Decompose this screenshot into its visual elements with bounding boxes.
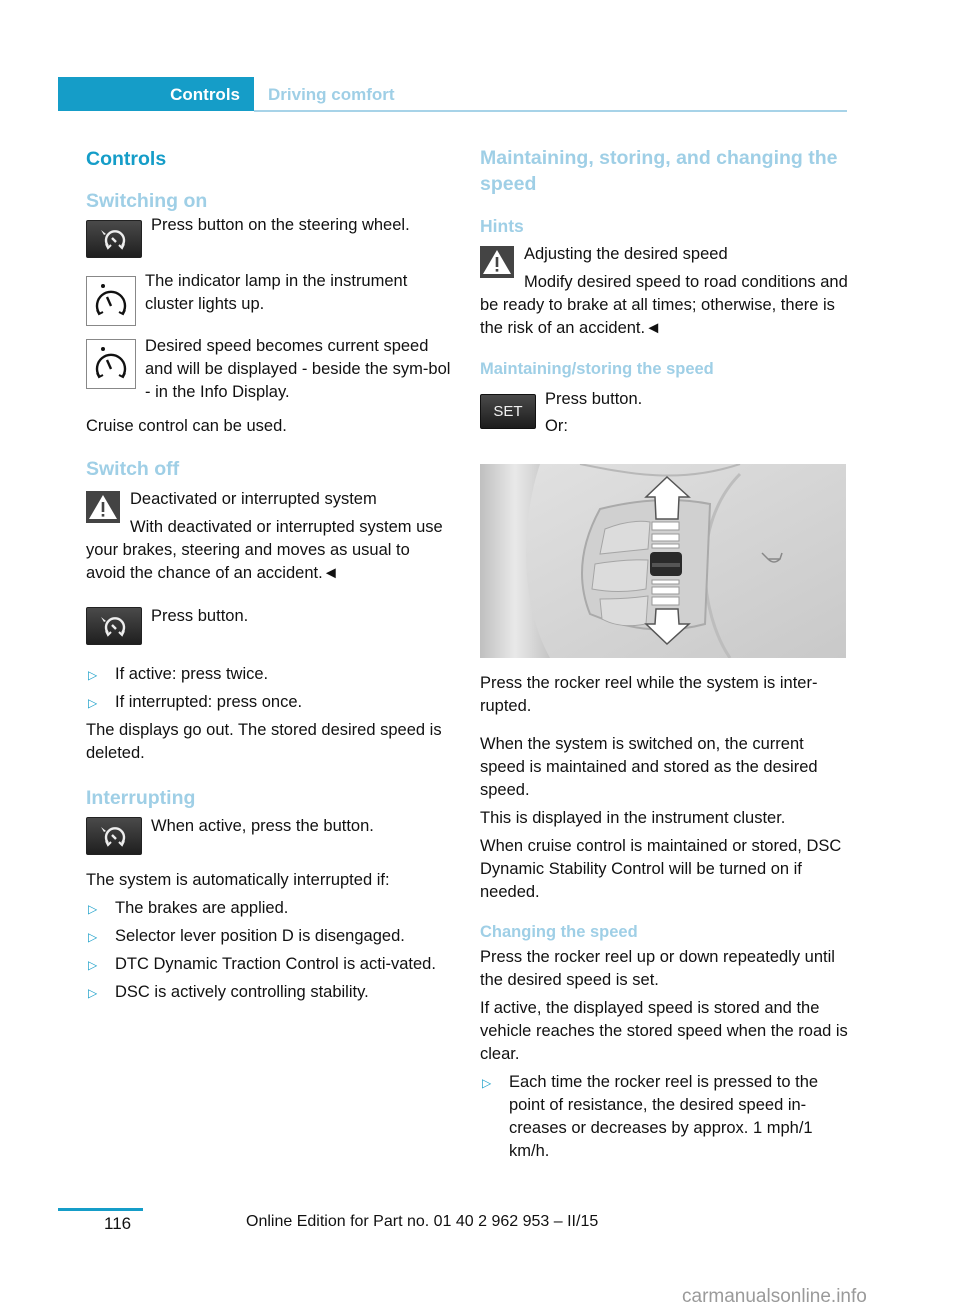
heading-interrupting: Interrupting xyxy=(86,787,196,809)
bullet-triangle-icon: ▷ xyxy=(88,696,98,710)
list-item: ▷ Selector lever position D is disengaged… xyxy=(86,925,452,948)
list-item: ▷ The brakes are applied. xyxy=(86,897,452,920)
chapter-tab: Controls xyxy=(58,77,254,111)
warning-switch-off: Deactivated or interrupted system With d… xyxy=(86,488,452,585)
list-item: ▷ DSC is actively controlling stability. xyxy=(86,981,452,1004)
list-item: ▷ If active: press twice. xyxy=(86,663,452,686)
text-cruise-usable: Cruise control can be used. xyxy=(86,417,287,435)
text-press-rocker: Press the rocker reel while the system i… xyxy=(480,674,818,715)
step-press-button-off: Press button. xyxy=(86,605,452,657)
step-press-button: Press button on the steering wheel. xyxy=(86,214,452,270)
heading-changing-speed: Changing the speed xyxy=(480,923,638,941)
warning-hints: Adjusting the desired speed Modify desir… xyxy=(480,243,848,340)
step-indicator-lamp: The indicator lamp in the instrument clu… xyxy=(86,270,452,335)
section-title-controls: Controls xyxy=(86,148,167,170)
page-header: Controls Driving comfort xyxy=(58,77,847,112)
heading-maintaining-storing: Maintaining/storing the speed xyxy=(480,360,714,378)
heading-switch-off: Switch off xyxy=(86,458,180,480)
list-item: ▷ If interrupted: press once. xyxy=(86,691,452,714)
footer-divider xyxy=(58,1208,143,1211)
text-step3: Desired speed becomes current speed and … xyxy=(145,337,451,401)
bullet-triangle-icon: ▷ xyxy=(88,930,98,944)
page-number: 116 xyxy=(104,1214,132,1233)
warning-icon xyxy=(480,246,514,278)
switch-off-list: ▷ If active: press twice. ▷ If interrupted… xyxy=(86,663,452,714)
warning-icon xyxy=(86,491,120,523)
steering-wheel-figure xyxy=(480,464,846,658)
section-breadcrumb: Driving comfort xyxy=(268,85,395,104)
bullet-triangle-icon: ▷ xyxy=(88,902,98,916)
cruise-control-button-icon xyxy=(86,817,142,855)
text-rocker-up-down: Press the rocker reel up or down repeate… xyxy=(480,948,835,989)
edition-text: Online Edition for Part no. 01 40 2 962 … xyxy=(246,1213,599,1230)
changing-speed-list: ▷ Each time the rocker reel is pressed to… xyxy=(480,1071,848,1163)
bullet-triangle-icon: ▷ xyxy=(88,958,98,972)
text-dsc: When cruise control is maintained or sto… xyxy=(480,837,842,901)
cruise-control-indicator-icon xyxy=(86,339,136,389)
bullet-triangle-icon: ▷ xyxy=(88,986,98,1000)
cruise-control-button-icon xyxy=(86,220,142,258)
header-divider xyxy=(254,110,847,112)
text-displays-out: The displays go out. The stored desired … xyxy=(86,721,442,762)
warning-text: With deactivated or interrupted system u… xyxy=(86,518,443,582)
text-step2: The indicator lamp in the instrument clu… xyxy=(145,272,408,313)
cruise-control-button-icon xyxy=(86,607,142,645)
bullet-triangle-icon: ▷ xyxy=(88,668,98,682)
text-switched-on: When the system is switched on, the curr… xyxy=(480,735,818,799)
left-column: Controls Switching on Press button on th… xyxy=(86,145,452,1009)
section-title-maintaining: Maintaining, storing, and changing the s… xyxy=(480,147,838,195)
text-if-active: If active, the displayed speed is stored… xyxy=(480,999,848,1063)
warning-text: Modify desired speed to road conditions … xyxy=(480,273,848,337)
watermark-link[interactable]: carmanualsonline.info xyxy=(682,1286,867,1308)
step-interrupt: When active, press the button. xyxy=(86,815,452,865)
step-set: SET Press button. Or: xyxy=(480,388,848,458)
heading-hints: Hints xyxy=(480,216,524,236)
step-desired-speed: Desired speed becomes current speed and … xyxy=(86,335,452,415)
list-item: ▷ Each time the rocker reel is pressed to… xyxy=(482,1073,819,1160)
set-button-icon: SET xyxy=(480,394,536,429)
heading-switching-on: Switching on xyxy=(86,190,208,212)
bullet-triangle-icon: ▷ xyxy=(482,1076,492,1090)
text-auto-interrupt: The system is automatically interrupted … xyxy=(86,871,390,889)
warning-title: Adjusting the desired speed xyxy=(524,245,728,263)
rocker-reel-illustration xyxy=(480,464,846,658)
right-column: Maintaining, storing, and changing the s… xyxy=(480,145,848,1168)
interrupt-conditions-list: ▷ The brakes are applied. ▷ Selector lever… xyxy=(86,897,452,1004)
cruise-control-indicator-icon xyxy=(86,276,136,326)
text-displayed: This is displayed in the instrument clus… xyxy=(480,809,786,827)
warning-title: Deactivated or interrupted system xyxy=(130,490,377,508)
list-item: ▷ DTC Dynamic Traction Control is acti-va… xyxy=(86,953,452,976)
